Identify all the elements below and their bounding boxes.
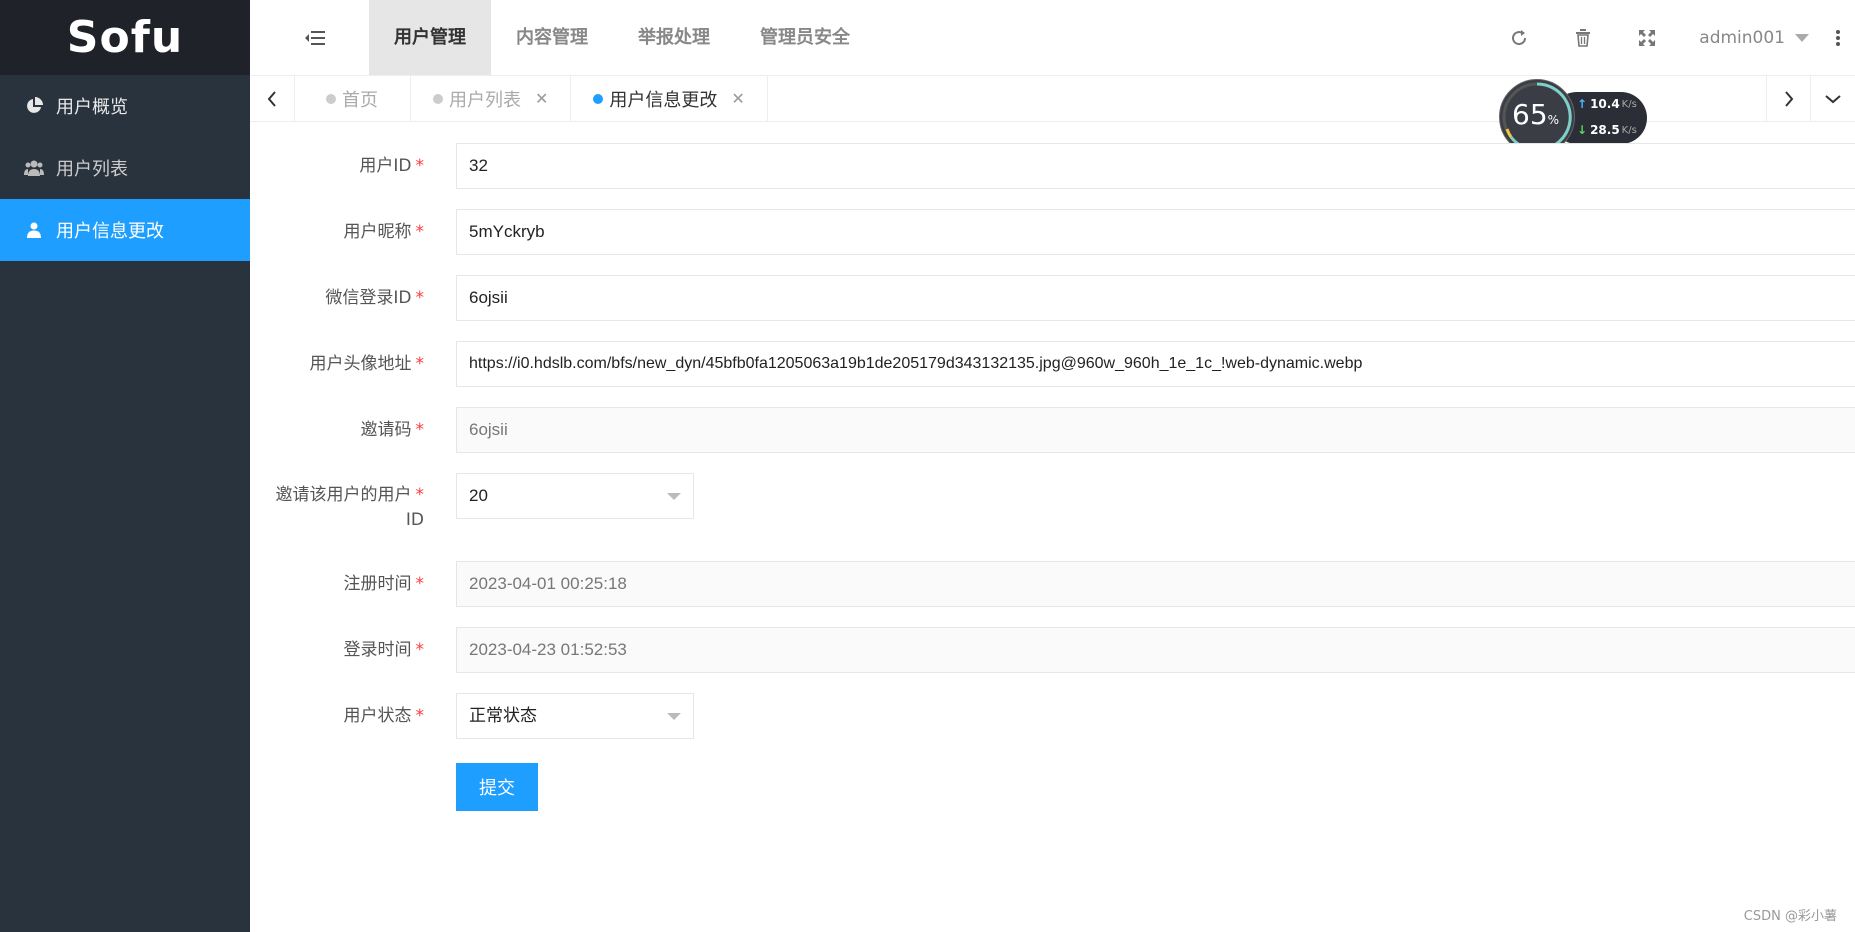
wechat-id-input[interactable]: 6ojsii: [456, 275, 1855, 321]
field-label: 邀请该用户的用户 * ID: [275, 485, 425, 530]
tab-home[interactable]: 首页: [294, 76, 411, 121]
tab-menu-chevron-down-icon[interactable]: [1810, 76, 1855, 121]
field-label: 邀请码 *: [360, 420, 425, 440]
logo[interactable]: Sofu: [0, 0, 250, 75]
inviter-id-select[interactable]: 20: [456, 473, 694, 519]
top-nav: 用户管理 内容管理 举报处理 管理员安全: [369, 0, 875, 75]
download-speed: ↓ 28.5 K/s: [1577, 123, 1637, 137]
tab-user-list[interactable]: 用户列表 ✕: [411, 76, 572, 121]
pie-chart-icon: [24, 96, 44, 116]
nav-user-management[interactable]: 用户管理: [369, 0, 491, 75]
form-row-login-time: 登录时间 *: [250, 627, 430, 673]
form-row-nickname: 用户昵称 *: [250, 209, 430, 255]
field-label: 微信登录ID *: [325, 288, 424, 308]
tabs: 首页 用户列表 ✕ 用户信息更改 ✕: [294, 76, 768, 121]
invite-code-input: 6ojsii: [456, 407, 1855, 453]
tab-user-edit[interactable]: 用户信息更改 ✕: [571, 76, 768, 121]
submit-button[interactable]: 提交: [456, 763, 538, 811]
refresh-icon[interactable]: [1487, 0, 1551, 75]
user-menu[interactable]: admin001: [1679, 0, 1821, 75]
tab-label: 首页: [342, 89, 378, 111]
header-tools: admin001: [1487, 0, 1855, 75]
field-label: 用户ID *: [359, 156, 424, 176]
form-row-inviter-id: 邀请该用户的用户 * ID: [250, 473, 430, 533]
tab-label: 用户列表: [449, 89, 521, 111]
sidebar-item-label: 用户列表: [56, 159, 128, 180]
sidebar: Sofu 用户概览 用户列表 用户信息更改: [0, 0, 250, 932]
tab-scroll-right-icon[interactable]: [1766, 76, 1811, 121]
nav-content-management[interactable]: 内容管理: [491, 0, 613, 75]
sidebar-item-label: 用户概览: [56, 97, 128, 118]
form-row-register-time: 注册时间 *: [250, 561, 430, 607]
user-icon: [24, 220, 44, 240]
form-row-invite-code: 邀请码 *: [250, 407, 430, 453]
sidebar-item-user-list[interactable]: 用户列表: [0, 137, 250, 199]
sidebar-item-user-edit[interactable]: 用户信息更改: [0, 199, 250, 261]
upload-speed: ↑ 10.4 K/s: [1577, 97, 1637, 111]
logo-text: Sofu: [66, 12, 184, 63]
form-row-wechat-id: 微信登录ID *: [250, 275, 430, 321]
field-label: 注册时间 *: [343, 574, 425, 594]
arrow-up-icon: ↑: [1577, 97, 1588, 111]
users-icon: [24, 158, 44, 178]
menu-toggle-icon[interactable]: [303, 26, 327, 50]
chevron-down-icon: [1795, 33, 1809, 42]
register-time-input: 2023-04-01 00:25:18: [456, 561, 1855, 607]
field-label: 用户头像地址 *: [309, 354, 425, 374]
more-vertical-icon[interactable]: [1821, 0, 1855, 75]
field-label: 用户昵称 *: [343, 222, 425, 242]
form-row-avatar: 用户头像地址 *: [250, 341, 430, 387]
trash-icon[interactable]: [1551, 0, 1615, 75]
login-time-input: 2023-04-23 01:52:53: [456, 627, 1855, 673]
nav-report-handling[interactable]: 举报处理: [613, 0, 735, 75]
form-row-user-id: 用户ID *: [250, 143, 430, 189]
tab-dot: [593, 93, 604, 104]
close-icon[interactable]: ✕: [731, 89, 744, 108]
chevron-down-icon: [667, 713, 681, 720]
header: 用户管理 内容管理 举报处理 管理员安全 admin001: [250, 0, 1855, 76]
form-row-status: 用户状态 *: [250, 693, 430, 739]
field-label: 用户状态 *: [343, 706, 425, 726]
nickname-input[interactable]: 5mYckryb: [456, 209, 1855, 255]
fullscreen-icon[interactable]: [1615, 0, 1679, 75]
field-label: 登录时间 *: [343, 640, 425, 660]
status-select[interactable]: 正常状态: [456, 693, 694, 739]
tab-dot: [433, 93, 443, 104]
chevron-down-icon: [667, 493, 681, 500]
user-id-input[interactable]: 32: [456, 143, 1855, 189]
arrow-down-icon: ↓: [1577, 123, 1588, 137]
nav-admin-security[interactable]: 管理员安全: [735, 0, 875, 75]
usage-percent: 65%: [1512, 98, 1560, 131]
username: admin001: [1699, 27, 1785, 48]
tab-label: 用户信息更改: [609, 89, 718, 111]
avatar-url-input[interactable]: https://i0.hdslb.com/bfs/new_dyn/45bfb0f…: [456, 341, 1855, 387]
sidebar-item-overview[interactable]: 用户概览: [0, 75, 250, 137]
tab-scroll-left-icon[interactable]: [250, 76, 295, 121]
close-icon[interactable]: ✕: [535, 89, 548, 108]
tab-dot: [326, 93, 336, 104]
watermark: CSDN @彩小薯: [1743, 909, 1837, 924]
sidebar-item-label: 用户信息更改: [56, 221, 164, 242]
